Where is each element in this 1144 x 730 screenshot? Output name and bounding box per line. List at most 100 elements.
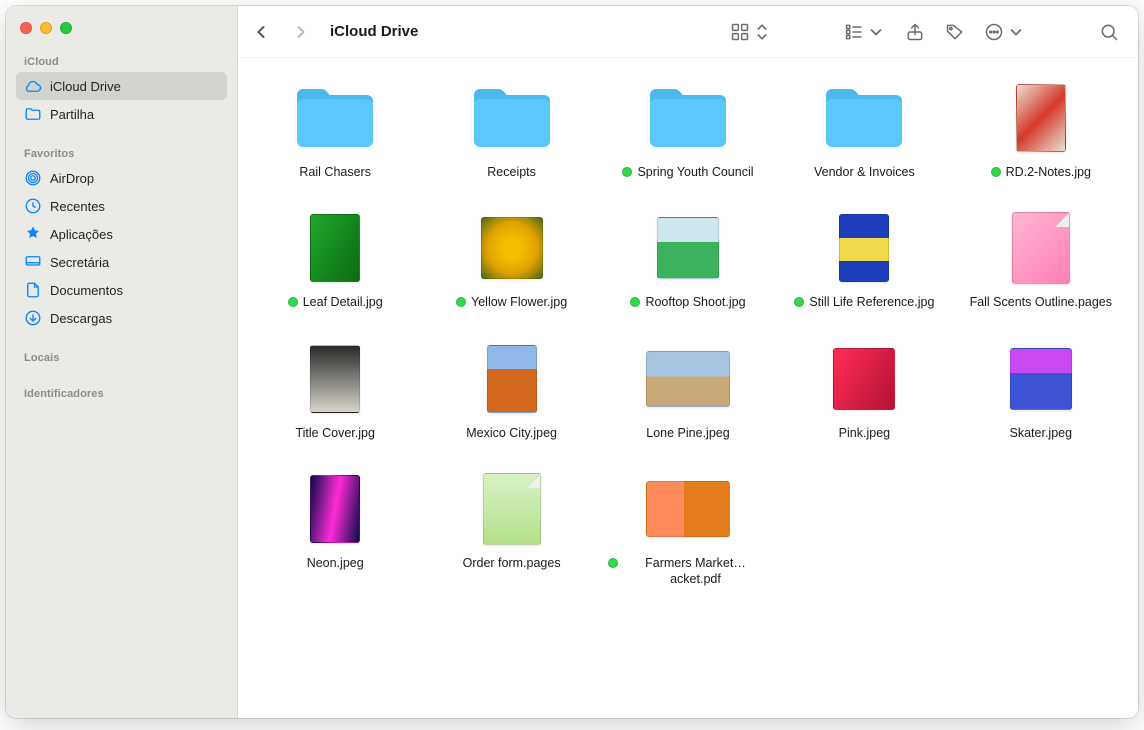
app-grid-icon — [24, 225, 42, 243]
file-item[interactable]: Rail Chasers — [252, 80, 418, 180]
minimize-button[interactable] — [40, 22, 52, 34]
sidebar-item-icloud-drive[interactable]: iCloud Drive — [16, 72, 227, 100]
file-item[interactable]: Skater.jpeg — [958, 341, 1124, 441]
folder-icon — [645, 80, 731, 156]
file-item[interactable]: Neon.jpeg — [252, 471, 418, 588]
search-button[interactable] — [1094, 18, 1124, 46]
file-thumbnail — [469, 210, 555, 286]
file-thumbnail — [292, 341, 378, 417]
close-button[interactable] — [20, 22, 32, 34]
file-thumbnail — [292, 210, 378, 286]
view-switcher[interactable] — [726, 18, 776, 46]
file-label-row: Rooftop Shoot.jpg — [630, 294, 745, 310]
file-name-label: Pink.jpeg — [839, 425, 890, 441]
file-label-row: Yellow Flower.jpg — [456, 294, 567, 310]
file-item[interactable]: Spring Youth Council — [605, 80, 771, 180]
file-thumbnail — [998, 80, 1084, 156]
file-item[interactable]: Yellow Flower.jpg — [428, 210, 594, 310]
file-label-row: Rail Chasers — [299, 164, 371, 180]
sidebar-item-partilha[interactable]: Partilha — [16, 100, 227, 128]
sidebar-item-descargas[interactable]: Descargas — [16, 304, 227, 332]
file-thumbnail — [821, 341, 907, 417]
file-label-row: Still Life Reference.jpg — [794, 294, 934, 310]
tag-dot-icon — [622, 167, 632, 177]
shared-folder-icon — [24, 105, 42, 123]
cloud-icon — [24, 77, 42, 95]
file-name-label: Skater.jpeg — [1010, 425, 1073, 441]
file-name-label: Receipts — [487, 164, 536, 180]
file-name-label: Farmers Market…acket.pdf — [623, 555, 768, 588]
icon-grid: Rail Chasers Receipts Spring Youth Council… — [252, 80, 1124, 587]
file-thumbnail — [645, 210, 731, 286]
file-name-label: Lone Pine.jpeg — [646, 425, 729, 441]
file-thumbnail — [998, 210, 1084, 286]
sidebar-section-title[interactable]: Locais — [6, 346, 237, 368]
file-thumbnail — [469, 471, 555, 547]
tag-dot-icon — [991, 167, 1001, 177]
file-item[interactable]: Farmers Market…acket.pdf — [605, 471, 771, 588]
sidebar-section-title[interactable]: Identificadores — [6, 382, 237, 404]
tag-dot-icon — [794, 297, 804, 307]
main-panel: iCloud Drive — [238, 6, 1138, 718]
file-label-row: Leaf Detail.jpg — [288, 294, 383, 310]
file-name-label: Leaf Detail.jpg — [303, 294, 383, 310]
tags-button[interactable] — [940, 18, 970, 46]
file-item[interactable]: Vendor & Invoices — [781, 80, 947, 180]
file-label-row: Order form.pages — [463, 555, 561, 571]
tag-dot-icon — [456, 297, 466, 307]
sidebar-item-documentos[interactable]: Documentos — [16, 276, 227, 304]
file-label-row: Neon.jpeg — [307, 555, 364, 571]
actions-button[interactable] — [980, 18, 1030, 46]
file-name-label: Rooftop Shoot.jpg — [645, 294, 745, 310]
sidebar-item-secretária[interactable]: Secretária — [16, 248, 227, 276]
file-thumbnail — [292, 471, 378, 547]
file-item[interactable]: Order form.pages — [428, 471, 594, 588]
content-area[interactable]: Rail Chasers Receipts Spring Youth Council… — [238, 58, 1138, 718]
sidebar-item-recentes[interactable]: Recentes — [16, 192, 227, 220]
sidebar-item-label: Secretária — [50, 255, 109, 270]
file-item[interactable]: Rooftop Shoot.jpg — [605, 210, 771, 310]
window-controls — [6, 16, 237, 50]
file-name-label: RD.2-Notes.jpg — [1006, 164, 1091, 180]
file-label-row: Title Cover.jpg — [295, 425, 374, 441]
file-label-row: Receipts — [487, 164, 536, 180]
desktop-icon — [24, 253, 42, 271]
forward-button[interactable] — [286, 18, 316, 46]
share-button[interactable] — [900, 18, 930, 46]
sidebar-item-airdrop[interactable]: AirDrop — [16, 164, 227, 192]
fullscreen-button[interactable] — [60, 22, 72, 34]
sidebar-item-label: iCloud Drive — [50, 79, 121, 94]
file-label-row: Farmers Market…acket.pdf — [608, 555, 768, 588]
file-item[interactable]: RD.2-Notes.jpg — [958, 80, 1124, 180]
sidebar: iCloudiCloud DrivePartilhaFavoritosAirDr… — [6, 6, 238, 718]
file-name-label: Vendor & Invoices — [814, 164, 915, 180]
file-item[interactable]: Mexico City.jpeg — [428, 341, 594, 441]
file-label-row: Vendor & Invoices — [814, 164, 915, 180]
sidebar-item-aplicações[interactable]: Aplicações — [16, 220, 227, 248]
file-name-label: Mexico City.jpeg — [466, 425, 557, 441]
file-name-label: Order form.pages — [463, 555, 561, 571]
sidebar-item-label: AirDrop — [50, 171, 94, 186]
file-item[interactable]: Fall Scents Outline.pages — [958, 210, 1124, 310]
file-item[interactable]: Still Life Reference.jpg — [781, 210, 947, 310]
file-item[interactable]: Pink.jpeg — [781, 341, 947, 441]
file-item[interactable]: Leaf Detail.jpg — [252, 210, 418, 310]
airdrop-icon — [24, 169, 42, 187]
file-label-row: Pink.jpeg — [839, 425, 890, 441]
back-button[interactable] — [246, 18, 276, 46]
file-thumbnail — [469, 341, 555, 417]
file-item[interactable]: Receipts — [428, 80, 594, 180]
clock-icon — [24, 197, 42, 215]
file-item[interactable]: Lone Pine.jpeg — [605, 341, 771, 441]
folder-icon — [469, 80, 555, 156]
file-item[interactable]: Title Cover.jpg — [252, 341, 418, 441]
finder-window: iCloudiCloud DrivePartilhaFavoritosAirDr… — [6, 6, 1138, 718]
tag-dot-icon — [608, 558, 618, 568]
sidebar-item-label: Documentos — [50, 283, 123, 298]
file-name-label: Fall Scents Outline.pages — [970, 294, 1112, 310]
tag-dot-icon — [630, 297, 640, 307]
group-by-button[interactable] — [840, 18, 890, 46]
file-thumbnail — [645, 471, 731, 547]
file-name-label: Spring Youth Council — [637, 164, 753, 180]
folder-icon — [292, 80, 378, 156]
